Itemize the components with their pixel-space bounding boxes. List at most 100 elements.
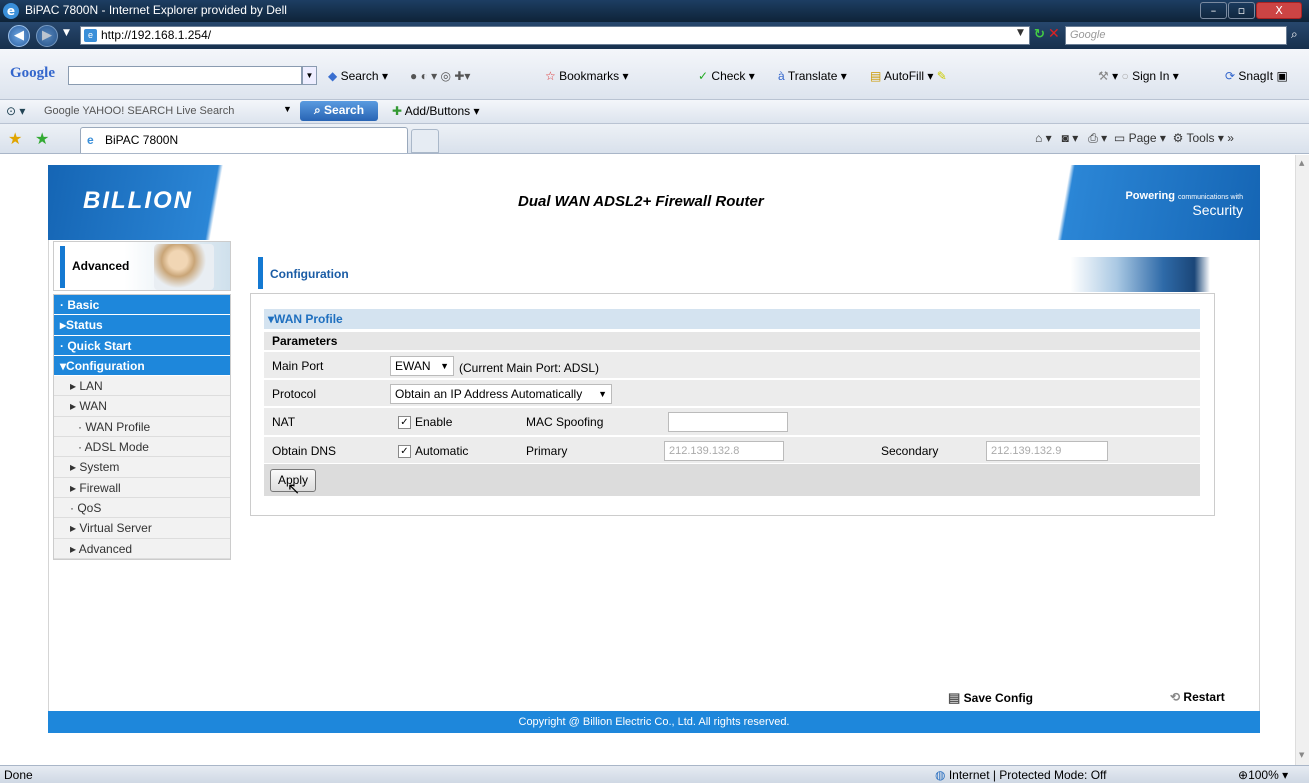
google-search-button[interactable]: ◆ Search ▾ [328,69,388,83]
search-engines-label[interactable]: Google YAHOO! SEARCH Live Search [44,105,234,117]
sidebar-item-lan[interactable]: ▸ LAN [54,376,230,397]
google-dropdown-icon[interactable]: ▼ [302,66,317,85]
address-input[interactable]: e http://192.168.1.254/ [80,26,1030,45]
new-tab-button[interactable] [411,129,439,153]
header-computers-image [1055,257,1210,292]
search-icon[interactable]: ⌕ [1291,27,1298,42]
browser-search-input[interactable]: Google [1065,26,1287,45]
sidebar-item-quick-start[interactable]: · Quick Start [54,335,230,356]
section-accent [60,246,65,288]
add-favorite-icon[interactable]: ★ [35,129,49,148]
status-bar: Done ◍ Internet | Protected Mode: Off ⊕1… [0,765,1309,783]
forward-button[interactable]: ▶ [36,25,58,47]
highlighter-icon: ✎ [936,69,947,83]
tagline: Powering communications with Security [1125,190,1243,218]
zoom-control[interactable]: ⊕100% ▾ [1238,768,1288,782]
add-buttons-button[interactable]: ✚ Add/Buttons ▾ [392,104,479,118]
sidebar-menu: · Basic ▸Status · Quick Start ▾Configura… [53,294,231,560]
toolbar-icons-group[interactable]: ● ◐ ▾ ◎ ✚▾ [410,69,470,83]
signin-button[interactable]: ⚒ ▾ ○ Sign In ▾ [1098,69,1179,83]
mouse-pointer-icon: ↖ [287,479,301,498]
section-header: Advanced [53,241,231,291]
ie-logo-icon: e [3,3,19,19]
page-title: Configuration [270,267,349,281]
dns-automatic-checkbox[interactable]: ✓ Automatic [398,444,468,459]
router-header: BILLION Dual WAN ADSL2+ Firewall Router … [48,165,1260,240]
wan-profile-header[interactable]: ▾WAN Profile [264,309,1200,329]
restart-icon: ⟲ [1170,690,1181,704]
page-icon: e [84,29,97,42]
refresh-icon[interactable]: ↻ [1034,27,1045,42]
restart-button[interactable]: ⟲ Restart [1170,690,1225,704]
sidebar-item-basic[interactable]: · Basic [54,295,230,316]
nat-label: NAT [272,415,296,429]
sidebar-item-adsl-mode[interactable]: · ADSL Mode [54,437,230,458]
translate-button[interactable]: à Translate ▾ [778,69,847,83]
zone-indicator[interactable]: ◍ Internet | Protected Mode: Off [935,768,1106,782]
feeds-icon[interactable]: ◙ ▾ [1062,131,1079,145]
history-dropdown-icon[interactable]: ▼ [63,28,70,38]
favorites-star-icon[interactable]: ★ [8,129,22,148]
sidebar-item-wan-profile[interactable]: · WAN Profile [54,416,230,438]
secondary-dns-label: Secondary [881,444,939,458]
sidebar-item-virtual-server[interactable]: ▸ Virtual Server [54,518,230,539]
save-config-button[interactable]: ▤ Save Config [948,690,1033,706]
stop-icon[interactable]: ✕ [1048,26,1060,42]
google-search-input[interactable] [68,66,302,85]
section-title: Advanced [72,259,130,273]
page-menu[interactable]: ▭ Page ▾ [1114,131,1166,145]
mac-spoofing-input[interactable] [668,412,788,432]
title-bar: e BiPAC 7800N - Internet Explorer provid… [0,0,1309,22]
main-port-select[interactable]: EWAN ▼ [390,356,454,376]
translate-icon: à [778,69,785,83]
vertical-scrollbar[interactable]: ▲ ▼ [1295,155,1309,765]
spellcheck-icon: ✓ [698,69,709,83]
home-icon[interactable]: ⌂ ▾ [1035,131,1052,145]
status-text: Done [4,768,33,782]
content-header: Configuration [250,252,1215,292]
tab-bar: ★ ★ e BiPAC 7800N ⌂ ▾ ◙ ▾ ⎙ ▾ ▭ Page ▾ ⚙… [0,124,1309,154]
apply-row: Apply [264,464,1200,496]
sidebar-item-configuration[interactable]: ▾Configuration [54,355,230,377]
autofill-icon: ▤ [870,69,882,83]
protocol-label: Protocol [272,387,317,401]
tools-menu[interactable]: ⚙ Tools ▾ » [1173,131,1234,145]
minimize-button[interactable]: – [1200,2,1227,19]
protocol-select[interactable]: Obtain an IP Address Automatically ▼ [390,384,612,404]
print-icon[interactable]: ⎙ ▾ [1088,131,1107,145]
address-dropdown-icon[interactable]: ▼ [1017,28,1024,38]
toolbar-options-icon[interactable]: ⊙ ▾ [6,104,25,118]
sidebar-item-status[interactable]: ▸Status [54,315,230,336]
sidebar-item-advanced[interactable]: ▸ Advanced [54,538,230,559]
snagit-button[interactable]: ⟳ SnagIt ▣ [1225,69,1288,83]
search-toolbar: ⊙ ▾ Google YAHOO! SEARCH Live Search ▼ ⌕… [0,100,1309,124]
sidebar-item-firewall[interactable]: ▸ Firewall [54,477,230,498]
nat-enable-checkbox[interactable]: ✓ Enable [398,415,452,430]
autofill-button[interactable]: ▤ AutoFill ▾ ✎ [870,69,947,83]
star-icon: ☆ [545,69,556,83]
check-button[interactable]: ✓ Check ▾ [698,69,755,83]
primary-dns-input[interactable]: 212.139.132.8 [664,441,784,461]
sidebar-item-wan[interactable]: ▸ WAN [54,396,230,417]
close-button[interactable]: X [1256,2,1302,19]
bookmarks-button[interactable]: ☆ Bookmarks ▾ [545,69,629,83]
sidebar-item-qos[interactable]: · QoS [54,497,230,519]
command-bar: ⌂ ▾ ◙ ▾ ⎙ ▾ ▭ Page ▾ ⚙ Tools ▾ » [1035,131,1234,146]
search-toolbar-button[interactable]: ⌕ Search [300,101,378,121]
primary-dns-label: Primary [526,444,568,458]
engine-dropdown-icon[interactable]: ▼ [283,104,292,114]
snagit-icon: ⟳ [1225,69,1236,83]
back-button[interactable]: ◀ [8,25,30,47]
tab-active[interactable]: e BiPAC 7800N [80,127,408,153]
tab-page-icon: e [87,133,94,147]
maximize-button[interactable]: ▫ [1228,2,1255,19]
main-port-label: Main Port [272,359,324,373]
url-text: http://192.168.1.254/ [101,28,212,42]
obtain-dns-row: Obtain DNS ✓ Automatic Primary 212.139.13… [264,437,1200,464]
mac-spoofing-label: MAC Spoofing [526,415,604,429]
globe-icon: ◍ [935,768,946,782]
secondary-dns-input[interactable]: 212.139.132.9 [986,441,1108,461]
sidebar-item-system[interactable]: ▸ System [54,457,230,478]
router-title: Dual WAN ADSL2+ Firewall Router [518,193,764,210]
google-logo: Google [10,65,55,81]
